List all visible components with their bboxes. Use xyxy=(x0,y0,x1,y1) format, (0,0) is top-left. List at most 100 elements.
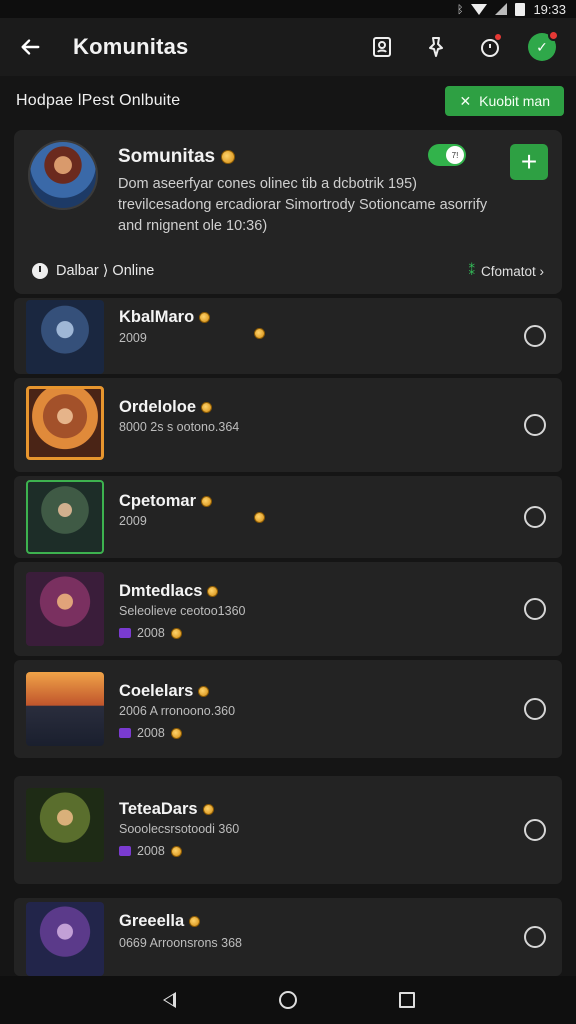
member-row[interactable]: Cpetomar 2009 xyxy=(14,476,562,558)
member-name-text: Cpetomar xyxy=(119,492,197,510)
toggle-knob: 7! xyxy=(446,146,464,164)
member-year: 2008 xyxy=(119,626,182,640)
member-select-radio[interactable] xyxy=(524,819,546,841)
community-footer: Dalbar ⟩ Online ⁑ Cfomatot › xyxy=(32,260,544,282)
community-card[interactable]: Somunitas 7! + Dom aseerfyar cones oline… xyxy=(14,130,562,294)
member-avatar xyxy=(26,788,104,862)
member-year-text: 2008 xyxy=(137,626,165,640)
add-button[interactable]: + xyxy=(510,144,548,180)
timer-button[interactable] xyxy=(474,31,506,63)
pin-button[interactable] xyxy=(420,31,452,63)
member-row[interactable]: Dmtedlacs Seleolieve ceotoo1360 2008 xyxy=(14,562,562,656)
app-bar: Komunitas ✓ xyxy=(0,18,576,76)
page-title: Komunitas xyxy=(73,34,189,59)
coin-icon xyxy=(170,845,182,857)
member-row[interactable]: TeteaDars Sooolecsrsotoodi 360 2008 xyxy=(14,776,562,884)
member-row[interactable]: KbalMaro 2009 xyxy=(14,298,562,374)
notification-dot xyxy=(495,34,501,40)
rank-badge-icon xyxy=(119,728,131,738)
battery-icon xyxy=(515,2,526,16)
community-name: Somunitas xyxy=(118,146,236,168)
coin-icon xyxy=(189,916,201,927)
member-row[interactable]: Ordeloloe 8000 2s s ootono.364 xyxy=(14,378,562,472)
member-subtitle: Sooolecsrsotoodi 360 xyxy=(119,822,240,836)
member-name: Coelelars xyxy=(119,682,210,701)
member-subtitle: 8000 2s s ootono.364 xyxy=(119,420,240,434)
member-name: TeteaDars xyxy=(119,800,214,819)
nav-recents-button[interactable] xyxy=(387,980,427,1020)
member-name-text: Dmtedlacs xyxy=(119,582,203,600)
nav-back-button[interactable] xyxy=(149,980,189,1020)
back-button[interactable] xyxy=(2,18,58,76)
member-name-text: Coelelars xyxy=(119,682,194,700)
coin-icon xyxy=(254,512,265,523)
member-subtitle: 0669 Arroonsrons 368 xyxy=(119,936,243,950)
community-status: Dalbar ⟩ Online xyxy=(32,263,154,279)
member-name-text: TeteaDars xyxy=(119,800,198,818)
leaf-icon: ⁑ xyxy=(468,263,475,278)
status-time: 19:33 xyxy=(533,1,566,17)
member-name-text: Ordeloloe xyxy=(119,398,197,416)
member-name: Ordeloloe xyxy=(119,398,213,417)
pin-icon xyxy=(429,37,443,57)
profile-avatar-button[interactable]: ✓ xyxy=(528,30,559,61)
community-description: Dom aseerfyar cones olinec tib a dcbotri… xyxy=(118,176,488,234)
section-action-button[interactable]: ✕ Kuobit man xyxy=(445,86,564,116)
community-link[interactable]: ⁑ Cfomatot › xyxy=(468,263,544,279)
contacts-icon xyxy=(373,37,391,57)
member-name-text: Greeella xyxy=(119,912,185,930)
member-row[interactable]: Coelelars 2006 A rronoono.360 2008 xyxy=(14,660,562,758)
community-link-text: Cfomatot › xyxy=(480,263,544,279)
coin-icon xyxy=(221,150,236,164)
member-name-text: KbalMaro xyxy=(119,308,195,326)
community-status-text: Dalbar ⟩ Online xyxy=(56,263,155,279)
plus-icon: + xyxy=(520,146,538,177)
profile-avatar-icon: ✓ xyxy=(536,38,548,55)
contacts-button[interactable] xyxy=(366,31,398,63)
member-avatar xyxy=(26,902,104,976)
member-year-text: 2008 xyxy=(137,726,165,740)
member-subtitle: 2009 xyxy=(119,331,147,345)
member-avatar xyxy=(26,572,104,646)
rank-badge-icon xyxy=(119,846,131,856)
member-year: 2008 xyxy=(119,726,182,740)
coin-icon xyxy=(170,727,182,739)
coin-icon xyxy=(201,402,213,413)
community-toggle[interactable]: 7! xyxy=(428,144,466,166)
member-avatar xyxy=(26,300,104,374)
nav-home-button[interactable] xyxy=(268,980,308,1020)
member-name: Dmtedlacs xyxy=(119,582,219,601)
section-title: Hodpae lPest Onlbuite xyxy=(16,92,181,109)
member-select-radio[interactable] xyxy=(524,926,546,948)
coin-icon xyxy=(254,328,265,339)
triangle-back-icon xyxy=(162,992,176,1008)
member-year: 2008 xyxy=(119,844,182,858)
member-name: Cpetomar xyxy=(119,492,213,511)
member-subtitle: Seleolieve ceotoo1360 xyxy=(119,604,246,618)
member-subtitle: 2006 A rronoono.360 xyxy=(119,704,236,718)
member-avatar xyxy=(26,480,104,554)
community-name-text: Somunitas xyxy=(118,146,216,167)
member-subtitle: 2009 xyxy=(119,514,147,528)
member-select-radio[interactable] xyxy=(524,598,546,620)
section-action-label: Kuobit man xyxy=(479,93,550,109)
square-recents-icon xyxy=(398,992,415,1008)
member-name: KbalMaro xyxy=(119,308,211,327)
coin-icon xyxy=(202,804,214,815)
member-year-text: 2008 xyxy=(137,844,165,858)
status-bar: ᛒ 19:33 xyxy=(0,0,576,18)
member-select-radio[interactable] xyxy=(524,506,546,528)
sparkle-icon: ✕ xyxy=(459,92,472,109)
member-select-radio[interactable] xyxy=(524,325,546,347)
coin-icon xyxy=(201,496,213,507)
member-row[interactable]: Greeella 0669 Arroonsrons 368 xyxy=(14,898,562,976)
arrow-left-icon xyxy=(21,39,40,55)
coin-icon xyxy=(199,312,211,323)
member-avatar xyxy=(26,672,104,746)
bluetooth-icon: ᛒ xyxy=(456,3,464,16)
member-select-radio[interactable] xyxy=(524,698,546,720)
signal-icon xyxy=(495,3,508,15)
rank-badge-icon xyxy=(119,628,131,638)
member-select-radio[interactable] xyxy=(524,414,546,436)
system-nav-bar xyxy=(0,976,576,1024)
